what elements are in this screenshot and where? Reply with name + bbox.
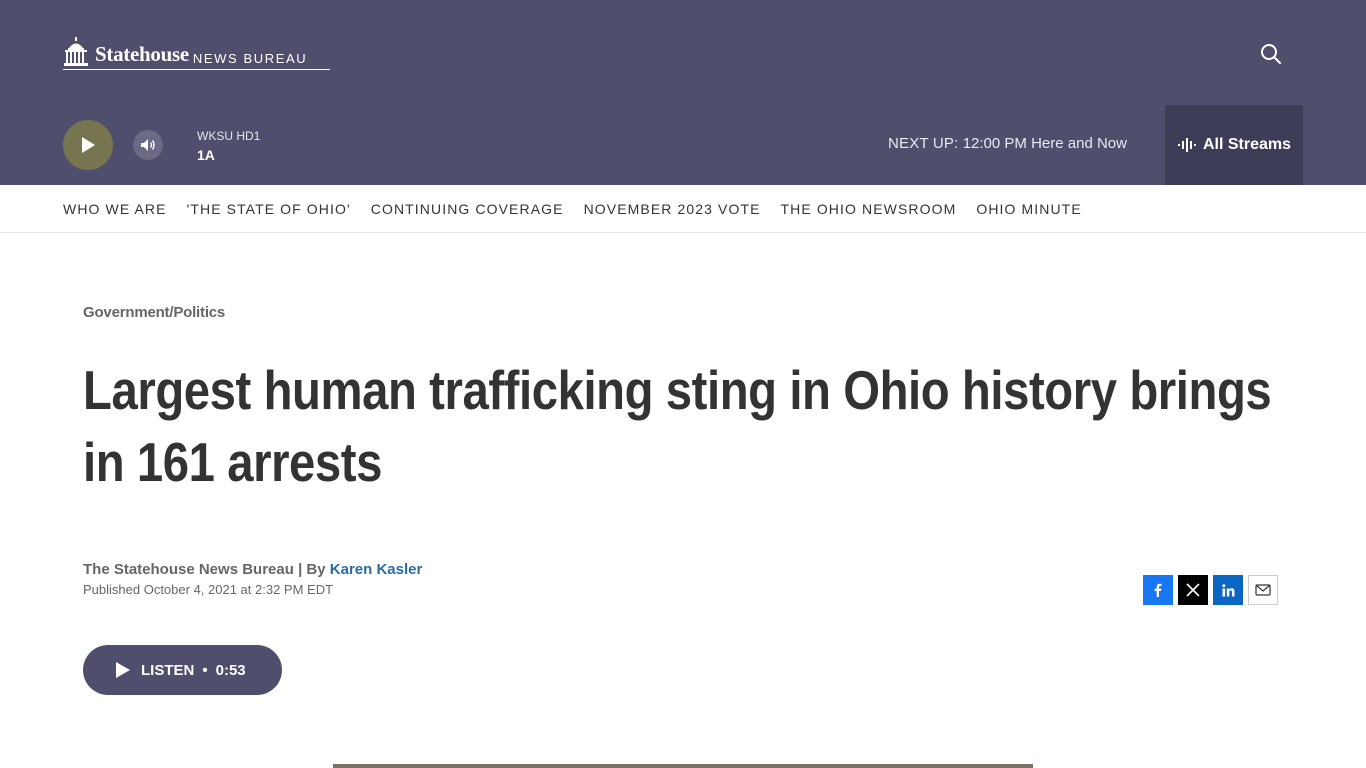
- email-icon: [1255, 584, 1271, 596]
- share-linkedin-button[interactable]: [1213, 575, 1243, 605]
- listen-button[interactable]: LISTEN • 0:53: [83, 645, 282, 695]
- nav-item-ohio-minute[interactable]: OHIO MINUTE: [976, 201, 1081, 217]
- listen-separator: •: [202, 661, 208, 679]
- logo-subtitle: NEWS BUREAU: [192, 51, 308, 66]
- all-streams-label: All Streams: [1202, 136, 1292, 153]
- next-up: NEXT UP: 12:00 PM Here and Now: [888, 135, 1127, 152]
- site-header: Statehouse NEWS BUREAU WKSU HD1 1A NEXT …: [0, 0, 1366, 185]
- nav-item-continuing-coverage[interactable]: CONTINUING COVERAGE: [371, 201, 564, 217]
- next-up-label: NEXT UP:: [888, 135, 959, 152]
- article-headline: Largest human trafficking sting in Ohio …: [83, 359, 1272, 493]
- share-email-button[interactable]: [1248, 575, 1278, 605]
- listen-duration: 0:53: [215, 661, 246, 679]
- capitol-building-icon: [64, 37, 88, 66]
- search-button[interactable]: [1259, 42, 1283, 66]
- x-icon: [1186, 583, 1200, 597]
- play-icon: [82, 137, 95, 153]
- live-play-button[interactable]: [63, 120, 113, 170]
- article-hero-image: [333, 764, 1033, 768]
- nav-item-state-of-ohio[interactable]: 'THE STATE OF OHIO': [187, 201, 351, 217]
- listen-label: LISTEN: [141, 661, 195, 679]
- all-streams-button[interactable]: All Streams: [1165, 105, 1303, 185]
- nav-item-november-2023-vote[interactable]: NOVEMBER 2023 VOTE: [584, 201, 761, 217]
- nav-list: WHO WE ARE 'THE STATE OF OHIO' CONTINUIN…: [63, 201, 1102, 217]
- facebook-icon: [1154, 583, 1162, 597]
- logo-wordmark: Statehouse: [95, 42, 189, 66]
- audio-wave-icon: [1177, 138, 1196, 152]
- nav-item-ohio-newsroom[interactable]: THE OHIO NEWSROOM: [781, 201, 957, 217]
- play-icon: [116, 662, 130, 678]
- published-date: Published October 4, 2021 at 2:32 PM EDT: [83, 582, 334, 597]
- next-up-time: 12:00 PM: [962, 135, 1027, 152]
- byline-by: | By: [298, 561, 326, 578]
- volume-icon: [141, 139, 155, 151]
- now-playing: WKSU HD1 1A: [197, 129, 260, 165]
- station-name: WKSU HD1: [197, 129, 261, 143]
- volume-button[interactable]: [133, 130, 163, 160]
- main-nav: WHO WE ARE 'THE STATE OF OHIO' CONTINUIN…: [0, 185, 1366, 233]
- share-facebook-button[interactable]: [1143, 575, 1173, 605]
- author-link[interactable]: Karen Kasler: [330, 561, 423, 578]
- nav-item-who-we-are[interactable]: WHO WE ARE: [63, 201, 167, 217]
- site-logo[interactable]: Statehouse NEWS BUREAU: [63, 36, 330, 70]
- share-x-button[interactable]: [1178, 575, 1208, 605]
- next-up-show[interactable]: Here and Now: [1031, 135, 1127, 152]
- search-icon: [1261, 44, 1281, 64]
- linkedin-icon: [1221, 583, 1234, 596]
- article-category[interactable]: Government/Politics: [83, 304, 225, 321]
- share-buttons: [1143, 575, 1283, 605]
- byline-source: The Statehouse News Bureau: [83, 561, 294, 578]
- article-byline: The Statehouse News Bureau | By Karen Ka…: [83, 561, 422, 578]
- current-show: 1A: [197, 147, 215, 163]
